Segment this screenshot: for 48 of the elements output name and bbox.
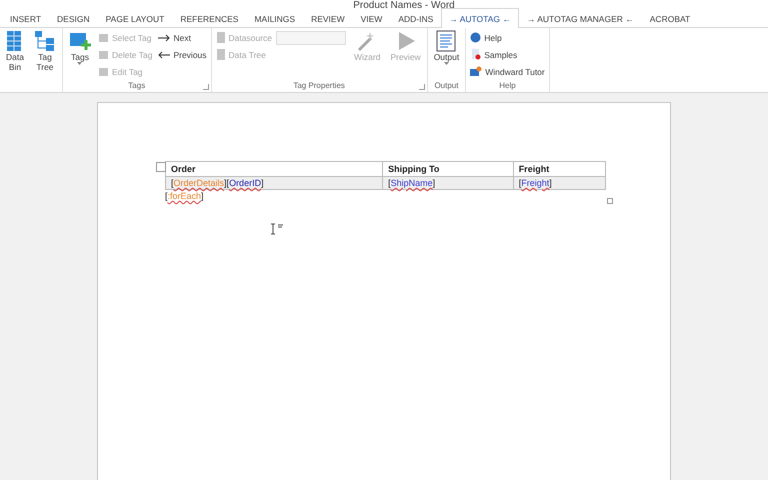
tag-field: [ShipName] bbox=[388, 178, 436, 188]
add-tag-icon bbox=[68, 30, 91, 52]
ribbon-button[interactable]: Data Bin bbox=[4, 30, 26, 72]
ribbon-button[interactable]: Next bbox=[158, 30, 207, 45]
ribbon-tab[interactable]: MAILINGS bbox=[246, 8, 304, 28]
ribbon-tab[interactable]: DESIGN bbox=[49, 8, 98, 28]
ribbon-tab[interactable]: → AUTOTAG MANAGER ← bbox=[518, 8, 642, 28]
resize-handle-icon[interactable] bbox=[607, 198, 613, 204]
window-title: Product Names - Word bbox=[353, 1, 455, 8]
ribbon-button[interactable]: Windward Tutor bbox=[470, 64, 545, 79]
ribbon-tab[interactable]: ADD-INS bbox=[390, 8, 442, 28]
tag-field: [:forEach] bbox=[165, 191, 204, 201]
tree-icon bbox=[34, 30, 56, 52]
computer-user-icon bbox=[470, 66, 482, 77]
ribbon-tab[interactable]: PAGE LAYOUT bbox=[98, 8, 172, 28]
grid-icon bbox=[6, 30, 23, 52]
ribbon-tab[interactable]: ACROBAT bbox=[642, 8, 698, 28]
ribbon-tab[interactable]: REVIEW bbox=[303, 8, 353, 28]
group-label: Help bbox=[499, 80, 516, 92]
ribbon-tab[interactable]: INSERT bbox=[2, 8, 50, 28]
table-header: Shipping To bbox=[382, 162, 514, 176]
group-label: Tag Properties bbox=[293, 80, 345, 92]
ribbon-button[interactable]: Tags bbox=[66, 30, 93, 65]
left-arrow-icon bbox=[158, 50, 170, 58]
caret-icon bbox=[444, 62, 449, 65]
tag-field: [OrderID] bbox=[226, 178, 264, 188]
tag-field: [OrderDetails] bbox=[171, 178, 227, 188]
ribbon-button[interactable]: Previous bbox=[158, 47, 207, 62]
right-arrow-icon bbox=[158, 34, 170, 42]
text-cursor-icon bbox=[270, 223, 286, 235]
ribbon-tab[interactable]: → AUTOTAG ← bbox=[441, 8, 519, 28]
launcher-icon[interactable] bbox=[202, 84, 209, 90]
group-label: Output bbox=[434, 80, 458, 92]
launcher-icon[interactable] bbox=[418, 84, 425, 90]
group-label: Tags bbox=[128, 80, 146, 92]
tag-field: [Freight] bbox=[518, 178, 552, 188]
ribbon-button[interactable]: Output bbox=[432, 30, 462, 65]
table-header: Freight bbox=[513, 162, 606, 176]
ribbon-button[interactable]: Help bbox=[470, 30, 545, 45]
ribbon-label: Datasource bbox=[216, 30, 272, 45]
table-header: Order bbox=[166, 162, 383, 176]
ribbon-tab[interactable]: REFERENCES bbox=[172, 8, 246, 28]
ribbon-button[interactable]: Samples bbox=[470, 47, 545, 62]
move-handle-icon[interactable] bbox=[156, 162, 166, 172]
caret-icon bbox=[77, 62, 82, 65]
ribbon-tab[interactable]: VIEW bbox=[352, 8, 390, 28]
document-icon bbox=[470, 49, 482, 60]
ribbon-button[interactable]: Tag Tree bbox=[32, 30, 58, 72]
